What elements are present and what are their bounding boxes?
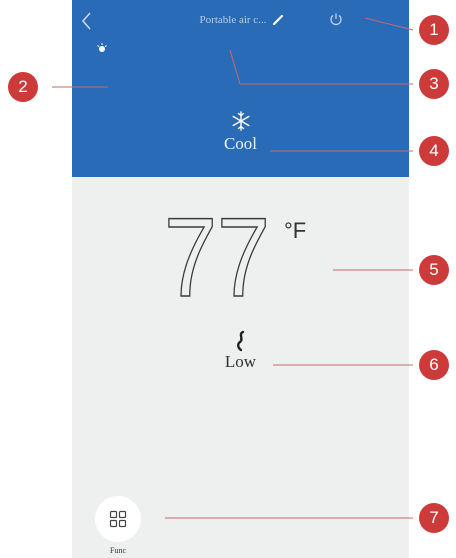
device-title: Portable air c... <box>199 14 267 26</box>
power-icon[interactable] <box>329 12 343 26</box>
mode-label: Cool <box>223 134 258 153</box>
callout-badge-5: 5 <box>419 255 449 285</box>
header-bar: Portable air c... Cool <box>72 0 409 177</box>
svg-text:77: 77 <box>164 210 270 302</box>
temperature-display: 77 °F <box>72 210 409 310</box>
callout-badge-6: 6 <box>419 350 449 380</box>
grid-icon <box>109 510 127 528</box>
func-button-label: Func <box>110 546 126 555</box>
fan-icon <box>236 330 244 352</box>
temperature-value: 77 <box>164 210 271 302</box>
callout-badge-3: 3 <box>419 69 449 99</box>
fan-speed-label: Low <box>224 352 257 371</box>
device-title-group[interactable]: Portable air c... <box>152 14 332 26</box>
snowflake-icon <box>232 111 249 131</box>
callout-badge-7: 7 <box>419 503 449 533</box>
callout-badge-1: 1 <box>419 15 449 45</box>
fan-speed-selector[interactable]: Low <box>72 330 409 372</box>
device-screen: Portable air c... Cool 77 °F Low Func <box>72 0 409 558</box>
temperature-unit: °F <box>284 218 307 243</box>
callout-badge-2: 2 <box>8 72 38 102</box>
light-indicator-icon[interactable] <box>96 42 108 54</box>
mode-selector[interactable]: Cool <box>72 110 409 154</box>
back-icon[interactable] <box>78 10 96 32</box>
func-button[interactable] <box>95 496 141 542</box>
edit-pencil-icon[interactable] <box>272 14 284 26</box>
callout-badge-4: 4 <box>419 136 449 166</box>
